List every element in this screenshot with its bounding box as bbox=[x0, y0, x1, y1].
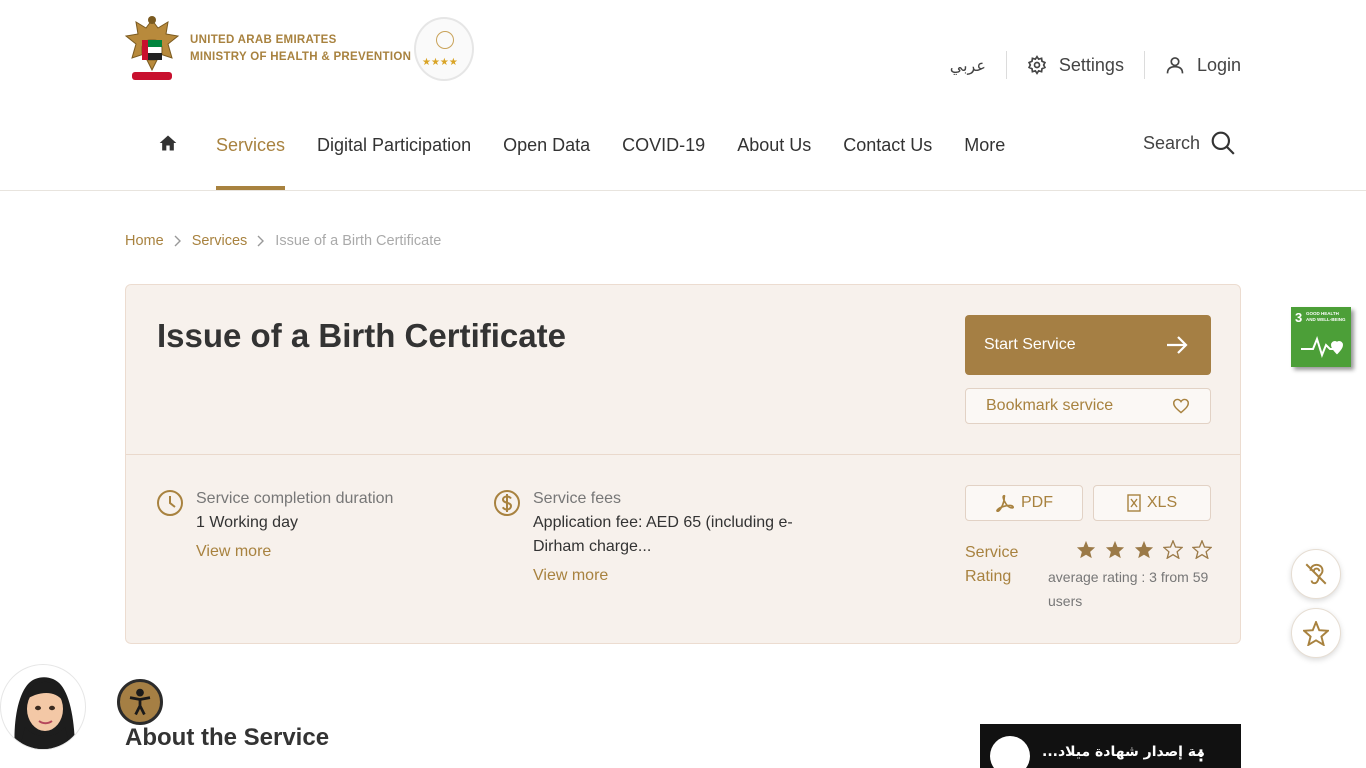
rating-stars bbox=[1076, 540, 1221, 559]
star-filled-icon[interactable] bbox=[1076, 540, 1096, 559]
fees-value-line-2: Dirham charge... bbox=[533, 538, 652, 555]
star-outline-icon bbox=[1303, 620, 1329, 646]
home-icon[interactable] bbox=[158, 133, 178, 153]
average-rating-text: average rating : 3 from 59 users bbox=[1048, 565, 1218, 613]
ministry-line-2: MINISTRY OF HEALTH & PREVENTION bbox=[190, 51, 412, 63]
rating-label-line-2: Rating bbox=[965, 568, 1012, 585]
heartbeat-icon bbox=[1301, 336, 1344, 358]
breadcrumb-home[interactable]: Home bbox=[125, 233, 164, 249]
sdg-text-line-2: AND WELL-BEING bbox=[1306, 317, 1346, 322]
main-nav: Services Digital Participation Open Data… bbox=[158, 120, 1037, 190]
service-video-player[interactable]: ...مة إصدار شهادة ميلاد ⋮ bbox=[980, 724, 1241, 768]
settings-button[interactable]: Settings bbox=[1005, 51, 1144, 79]
clock-icon bbox=[157, 490, 183, 516]
government-stars-badge: ★★★★ bbox=[414, 17, 474, 81]
pdf-icon bbox=[996, 494, 1014, 512]
fees-value-line-1: Application fee: AED 65 (including e- bbox=[533, 514, 793, 531]
nav-item-more[interactable]: More bbox=[964, 120, 1005, 190]
heart-icon bbox=[1172, 398, 1190, 414]
hearing-accessibility-button[interactable] bbox=[1291, 549, 1341, 599]
video-channel-logo bbox=[990, 736, 1030, 768]
search-label: Search bbox=[1142, 132, 1200, 153]
ministry-logo[interactable]: UNITED ARAB EMIRATES MINISTRY OF HEALTH … bbox=[124, 14, 411, 84]
dollar-icon bbox=[494, 490, 520, 516]
nav-item-covid-19[interactable]: COVID-19 bbox=[622, 120, 705, 190]
login-button[interactable]: Login bbox=[1143, 51, 1241, 79]
nav-item-about-us[interactable]: About Us bbox=[737, 120, 811, 190]
assistant-avatar-icon bbox=[14, 677, 75, 749]
rating-text-line-1: average rating : 3 from 59 bbox=[1048, 569, 1209, 585]
accessibility-button[interactable] bbox=[117, 679, 163, 725]
breadcrumb-services[interactable]: Services bbox=[192, 233, 248, 249]
settings-label: Settings bbox=[1058, 54, 1124, 75]
favorites-button[interactable] bbox=[1291, 608, 1341, 658]
uae-emblem-icon bbox=[124, 16, 180, 80]
arrow-right-icon bbox=[1167, 336, 1188, 354]
more-vertical-icon[interactable]: ⋮ bbox=[1193, 746, 1209, 766]
login-label: Login bbox=[1196, 54, 1241, 75]
page-title: Issue of a Birth Certificate bbox=[157, 317, 566, 354]
breadcrumb: Home Services Issue of a Birth Certifica… bbox=[125, 233, 441, 249]
badge-stars: ★★★★ bbox=[422, 57, 458, 68]
language-switch[interactable]: عربي bbox=[950, 51, 1006, 79]
nav-item-contact-us[interactable]: Contact Us bbox=[843, 120, 932, 190]
rating-label-line-1: Service bbox=[965, 544, 1019, 561]
xls-download-button[interactable]: XLS bbox=[1093, 485, 1211, 521]
ministry-line-1: UNITED ARAB EMIRATES bbox=[190, 34, 337, 46]
accessibility-person-icon bbox=[129, 688, 151, 716]
pdf-label: PDF bbox=[1021, 494, 1053, 511]
ministry-name: UNITED ARAB EMIRATES MINISTRY OF HEALTH … bbox=[190, 32, 411, 66]
about-service-heading: About the Service bbox=[125, 724, 330, 751]
nav-item-open-data[interactable]: Open Data bbox=[503, 120, 590, 190]
service-rating-label: Service Rating bbox=[965, 541, 1035, 589]
nav-item-digital-participation[interactable]: Digital Participation bbox=[317, 120, 471, 190]
nav-item-services[interactable]: Services bbox=[216, 120, 286, 190]
excel-file-icon bbox=[1127, 494, 1141, 512]
service-card: Issue of a Birth Certificate Start Servi… bbox=[125, 284, 1241, 644]
badge-emblem-icon bbox=[436, 31, 454, 49]
fees-label: Service fees bbox=[533, 490, 622, 507]
xls-label: XLS bbox=[1146, 494, 1178, 511]
duration-view-more-link[interactable]: View more bbox=[196, 540, 271, 564]
utility-bar: عربي Settings Login bbox=[950, 48, 1241, 82]
breadcrumb-current: Issue of a Birth Certificate bbox=[275, 233, 442, 249]
rating-text-line-2: users bbox=[1048, 593, 1083, 609]
hearing-disabled-icon bbox=[1305, 563, 1327, 585]
gear-icon bbox=[1027, 55, 1046, 75]
star-filled-icon[interactable] bbox=[1134, 540, 1154, 559]
bookmark-label: Bookmark service bbox=[986, 397, 1114, 414]
duration-value: 1 Working day bbox=[196, 514, 298, 531]
start-service-button[interactable]: Start Service bbox=[965, 315, 1211, 375]
search-button[interactable]: Search bbox=[1143, 130, 1236, 156]
star-filled-icon[interactable] bbox=[1105, 540, 1125, 559]
star-empty-icon[interactable] bbox=[1163, 540, 1183, 559]
sdg-goal-3-badge[interactable]: 3 GOOD HEALTH AND WELL-BEING bbox=[1291, 307, 1351, 367]
star-empty-icon[interactable] bbox=[1192, 540, 1212, 559]
site-header: UNITED ARAB EMIRATES MINISTRY OF HEALTH … bbox=[0, 0, 1366, 191]
duration-label: Service completion duration bbox=[196, 490, 394, 507]
duration-info: Service completion duration 1 Working da… bbox=[156, 487, 393, 564]
fees-view-more-link[interactable]: View more bbox=[533, 564, 608, 588]
bookmark-service-button[interactable]: Bookmark service bbox=[965, 388, 1211, 424]
virtual-assistant-avatar[interactable] bbox=[0, 664, 86, 750]
sdg-number: 3 bbox=[1295, 310, 1303, 325]
chevron-right-icon bbox=[257, 235, 265, 247]
card-divider bbox=[126, 454, 1240, 455]
search-icon bbox=[1211, 131, 1235, 155]
chevron-right-icon bbox=[174, 235, 181, 247]
start-service-label: Start Service bbox=[984, 336, 1076, 353]
fees-info: Service fees Application fee: AED 65 (in… bbox=[493, 487, 793, 588]
sdg-text: GOOD HEALTH AND WELL-BEING bbox=[1306, 311, 1346, 323]
video-title: ...مة إصدار شهادة ميلاد bbox=[1042, 744, 1205, 760]
pdf-download-button[interactable]: PDF bbox=[965, 485, 1083, 521]
user-icon bbox=[1166, 57, 1184, 74]
